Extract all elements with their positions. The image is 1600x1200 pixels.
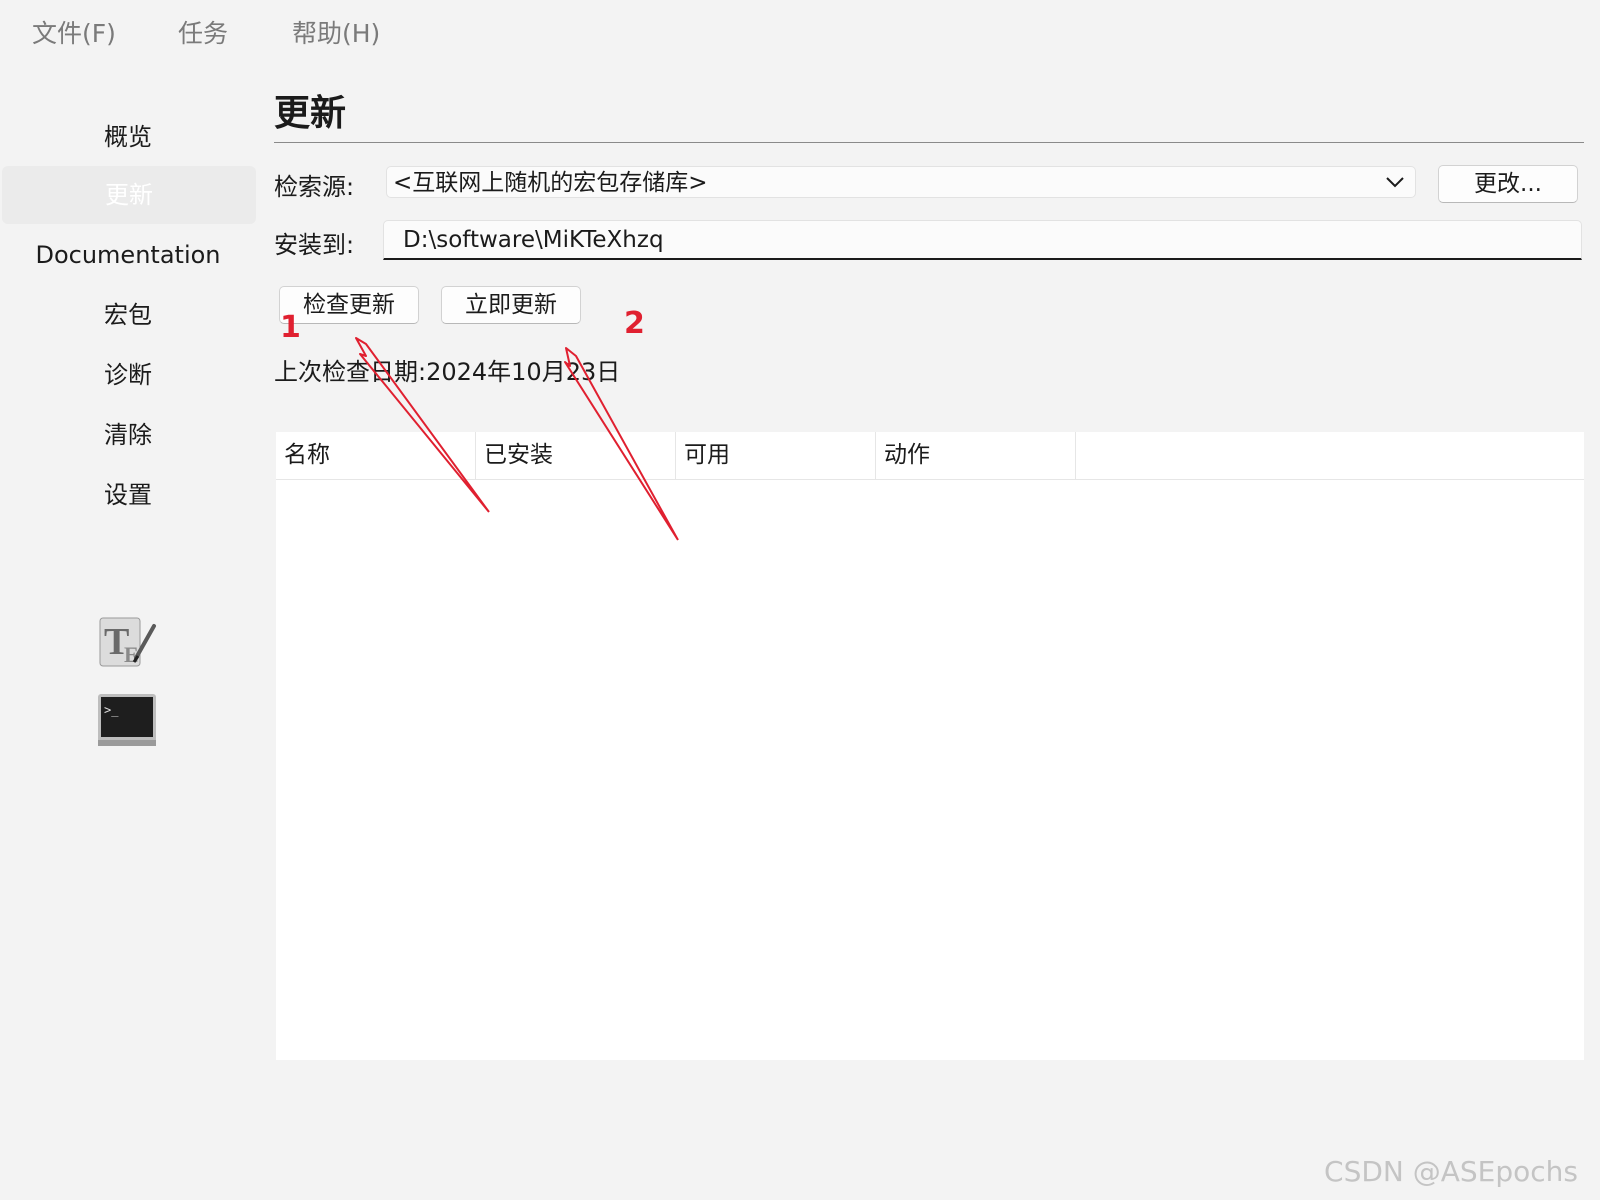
menu-bar: 文件(F) 任务 帮助(H) xyxy=(0,0,1600,62)
page-title: 更新 xyxy=(274,93,347,134)
last-check-date: 上次检查日期:2024年10月23日 xyxy=(274,358,621,386)
install-path-field[interactable]: D:\software\MiKTeXhzq xyxy=(383,220,1582,260)
change-button[interactable]: 更改... xyxy=(1438,165,1578,203)
menu-help[interactable]: 帮助(H) xyxy=(292,14,380,50)
sidebar-item-documentation[interactable]: Documentation xyxy=(0,226,256,284)
source-select[interactable]: <互联网上随机的宏包存储库> xyxy=(386,166,1416,198)
terminal-icon[interactable]: >_ xyxy=(96,690,158,752)
sidebar-item-overview[interactable]: 概览 xyxy=(0,108,256,166)
column-header-name[interactable]: 名称 xyxy=(276,432,476,479)
menu-file[interactable]: 文件(F) xyxy=(32,14,116,50)
menu-tasks[interactable]: 任务 xyxy=(178,14,228,50)
svg-text:>_: >_ xyxy=(104,703,119,717)
annotation-marker-1: 1 xyxy=(280,310,301,345)
watermark: CSDN @ASEpochs xyxy=(1324,1155,1578,1188)
updates-table: 名称 已安装 可用 动作 xyxy=(276,432,1584,1060)
sidebar-item-settings[interactable]: 设置 xyxy=(0,466,256,524)
annotation-marker-2: 2 xyxy=(624,306,645,341)
chevron-down-icon xyxy=(1386,177,1404,188)
install-label: 安装到: xyxy=(274,231,355,259)
column-header-action[interactable]: 动作 xyxy=(876,432,1076,479)
sidebar-item-diagnose[interactable]: 诊断 xyxy=(0,346,256,404)
table-header: 名称 已安装 可用 动作 xyxy=(276,432,1584,480)
column-header-available[interactable]: 可用 xyxy=(676,432,876,479)
sidebar-item-updates[interactable]: 更新 xyxy=(2,166,256,224)
source-select-value: <互联网上随机的宏包存储库> xyxy=(393,170,708,196)
column-divider[interactable] xyxy=(1075,432,1076,479)
sidebar-item-packages[interactable]: 宏包 xyxy=(0,286,256,344)
sidebar-item-cleanup[interactable]: 清除 xyxy=(0,406,256,464)
source-label: 检索源: xyxy=(274,173,355,201)
tex-editor-icon[interactable]: T E xyxy=(96,612,158,674)
update-now-button[interactable]: 立即更新 xyxy=(441,286,581,324)
column-header-installed[interactable]: 已安装 xyxy=(476,432,676,479)
title-divider xyxy=(274,142,1584,143)
